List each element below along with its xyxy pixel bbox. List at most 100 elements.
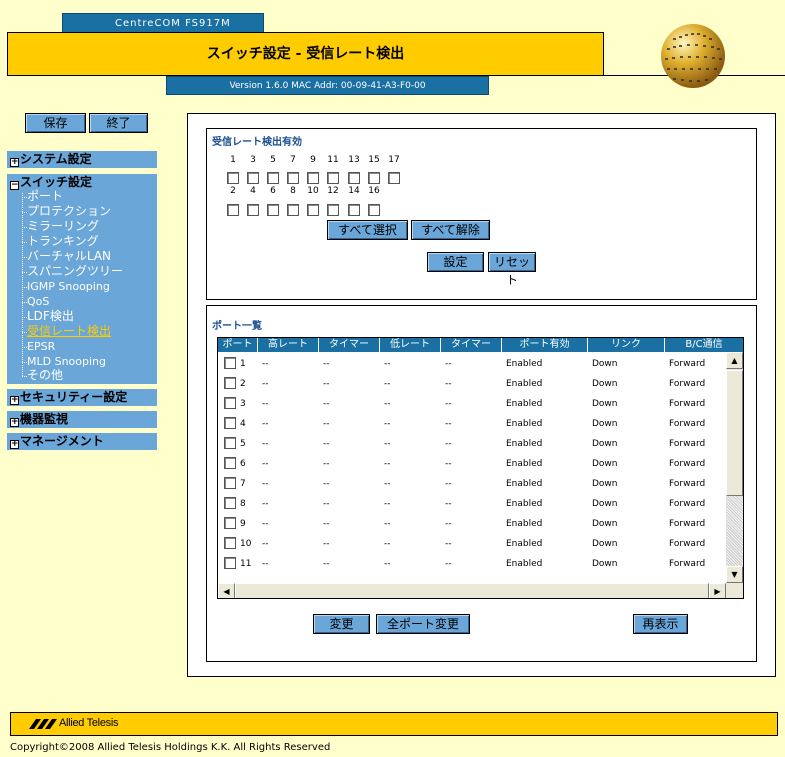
nav-item-trunking[interactable]: トランキング: [27, 234, 99, 249]
nav-device-monitor[interactable]: +機器監視: [7, 411, 157, 428]
cell-high: --: [262, 499, 269, 509]
cell-enabled: Enabled: [506, 539, 543, 549]
row-select-checkbox[interactable]: [224, 357, 236, 369]
row-select-checkbox[interactable]: [224, 537, 236, 549]
col-header-low-rate: 低レート: [380, 338, 441, 352]
cell-low: --: [384, 359, 391, 369]
nav-item-other[interactable]: その他: [27, 368, 63, 383]
exit-button[interactable]: 終了: [89, 113, 148, 133]
table-row: 3 -- -- -- -- Enabled Down Forward: [218, 395, 726, 415]
rate-checkbox-port-2[interactable]: [227, 204, 239, 216]
table-row: 5 -- -- -- -- Enabled Down Forward: [218, 435, 726, 455]
table-header: ポート 高レート タイマー 低レート タイマー ポート有効 リンク B/C通信: [218, 338, 743, 352]
scrollbar-corner: [726, 583, 743, 598]
cell-enabled: Enabled: [506, 419, 543, 429]
scroll-right-icon[interactable]: ▶: [709, 583, 726, 598]
save-button[interactable]: 保存: [25, 113, 86, 133]
nav-item-mld-snooping[interactable]: MLD Snooping: [27, 354, 106, 369]
row-select-checkbox[interactable]: [224, 437, 236, 449]
rate-checkbox-port-9[interactable]: [307, 172, 319, 184]
cell-timer2: --: [445, 419, 452, 429]
rate-checkbox-port-17[interactable]: [388, 172, 400, 184]
cell-link: Down: [592, 539, 618, 549]
cell-low: --: [384, 519, 391, 529]
cell-low: --: [384, 479, 391, 489]
clear-all-button[interactable]: すべて解除: [411, 220, 490, 240]
row-select-checkbox[interactable]: [224, 377, 236, 389]
scrollbar-thumb[interactable]: [726, 370, 743, 496]
cell-low: --: [384, 419, 391, 429]
scroll-up-icon[interactable]: ▲: [726, 352, 743, 369]
table-row: 1 -- -- -- -- Enabled Down Forward: [218, 355, 726, 375]
nav-item-rate-detection[interactable]: 受信レート検出: [27, 324, 111, 339]
nav-item-vlan[interactable]: バーチャルLAN: [27, 249, 111, 264]
reset-button[interactable]: リセット: [488, 252, 536, 287]
scroll-down-icon[interactable]: ▼: [726, 566, 743, 583]
nav-item-igmp-snooping[interactable]: IGMP Snooping: [27, 279, 110, 294]
rate-checkbox-port-16[interactable]: [368, 204, 380, 216]
nav-item-ldf[interactable]: LDF検出: [27, 309, 74, 324]
row-select-checkbox[interactable]: [224, 457, 236, 469]
rate-checkbox-port-6[interactable]: [267, 204, 279, 216]
cell-port: 3: [240, 399, 246, 409]
nav-item-spanning-tree[interactable]: スパニングツリー: [27, 264, 123, 279]
cell-high: --: [262, 479, 269, 489]
horizontal-scrollbar[interactable]: ◀ ▶: [218, 583, 726, 598]
rate-checkbox-port-8[interactable]: [287, 204, 299, 216]
cell-port: 6: [240, 459, 246, 469]
cell-low: --: [384, 459, 391, 469]
nav-security-settings[interactable]: +セキュリティー設定: [7, 389, 157, 406]
rate-checkbox-port-5[interactable]: [267, 172, 279, 184]
port-number-label: 8: [290, 186, 296, 196]
refresh-button[interactable]: 再表示: [633, 614, 688, 634]
row-select-checkbox[interactable]: [224, 497, 236, 509]
row-select-checkbox[interactable]: [224, 417, 236, 429]
cell-enabled: Enabled: [506, 359, 543, 369]
nav-item-protection[interactable]: プロテクション: [27, 204, 111, 219]
rate-checkbox-port-4[interactable]: [247, 204, 259, 216]
rate-checkbox-port-13[interactable]: [348, 172, 360, 184]
cell-port: 5: [240, 439, 246, 449]
nav-item-mirroring[interactable]: ミラーリング: [27, 219, 99, 234]
footer-bar: Allied Telesis: [10, 712, 778, 736]
table-row: 9 -- -- -- -- Enabled Down Forward: [218, 515, 726, 535]
rate-checkbox-port-12[interactable]: [327, 204, 339, 216]
cell-bc: Forward: [669, 359, 706, 369]
change-all-ports-button[interactable]: 全ポート変更: [376, 614, 470, 634]
rate-checkbox-port-10[interactable]: [307, 204, 319, 216]
nav-system-settings[interactable]: +システム設定: [7, 151, 157, 168]
row-select-checkbox[interactable]: [224, 397, 236, 409]
scrollbar-track[interactable]: [726, 496, 743, 566]
rate-checkbox-port-7[interactable]: [287, 172, 299, 184]
cell-link: Down: [592, 419, 618, 429]
row-select-checkbox[interactable]: [224, 477, 236, 489]
cell-bc: Forward: [669, 439, 706, 449]
cell-link: Down: [592, 439, 618, 449]
cell-enabled: Enabled: [506, 519, 543, 529]
change-button[interactable]: 変更: [313, 614, 370, 634]
scrollbar-thumb[interactable]: [235, 583, 709, 598]
row-select-checkbox[interactable]: [224, 517, 236, 529]
port-number-label: 3: [250, 155, 256, 165]
rate-checkbox-port-3[interactable]: [247, 172, 259, 184]
nav-item-port[interactable]: ポート: [27, 189, 63, 204]
scroll-left-icon[interactable]: ◀: [218, 583, 235, 598]
nav-management[interactable]: +マネージメント: [7, 433, 157, 450]
vertical-scrollbar[interactable]: ▲ ▼: [726, 352, 743, 583]
select-all-button[interactable]: すべて選択: [327, 220, 408, 240]
row-select-checkbox[interactable]: [224, 557, 236, 569]
cell-low: --: [384, 539, 391, 549]
cell-port: 1: [240, 359, 246, 369]
set-button[interactable]: 設定: [427, 252, 484, 272]
cell-high: --: [262, 379, 269, 389]
cell-timer2: --: [445, 359, 452, 369]
rate-checkbox-port-15[interactable]: [368, 172, 380, 184]
rate-checkbox-port-11[interactable]: [327, 172, 339, 184]
cell-high: --: [262, 399, 269, 409]
nav-item-epsr[interactable]: EPSR: [27, 339, 55, 354]
expand-plus-icon: +: [10, 439, 19, 449]
rate-checkbox-port-14[interactable]: [348, 204, 360, 216]
cell-bc: Forward: [669, 539, 706, 549]
nav-item-qos[interactable]: QoS: [27, 294, 49, 309]
rate-checkbox-port-1[interactable]: [227, 172, 239, 184]
